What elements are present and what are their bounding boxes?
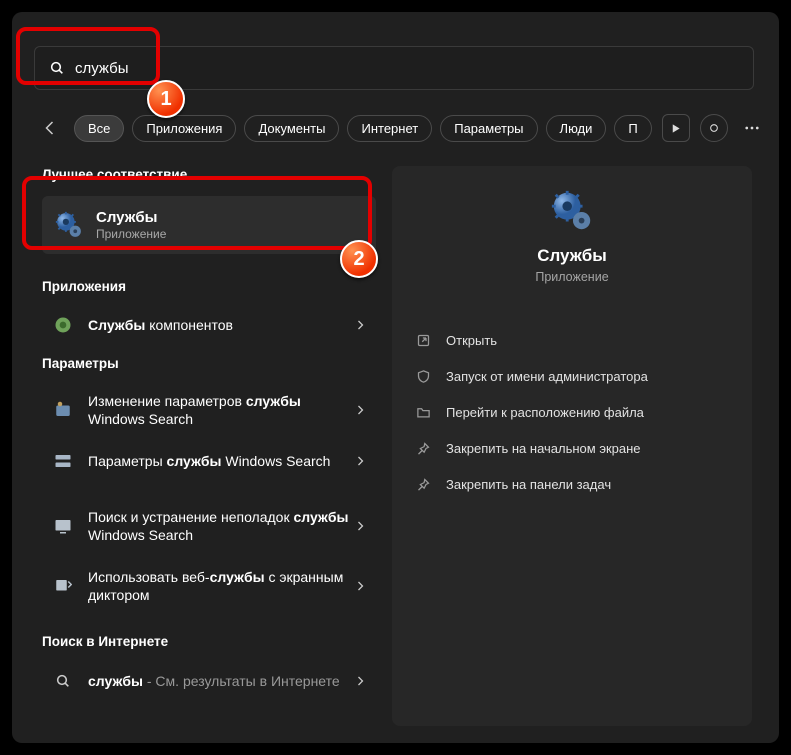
action-open[interactable]: Открыть [410, 322, 734, 358]
tab-apps[interactable]: Приложения [132, 115, 236, 142]
detail-title: Службы [392, 246, 752, 266]
tab-all[interactable]: Все [74, 115, 124, 142]
tab-people[interactable]: Люди [546, 115, 607, 142]
pin-icon [414, 439, 432, 457]
search-icon [49, 60, 65, 76]
section-web: Поиск в Интернете [42, 634, 168, 649]
settings-row-3[interactable]: Поиск и устранение неполадок службы Wind… [42, 500, 376, 552]
troubleshoot-icon [52, 515, 74, 537]
action-label: Запуск от имени администратора [446, 369, 648, 384]
search-input[interactable] [75, 60, 739, 77]
app-row-component-services[interactable]: Службы компонентов [42, 306, 376, 344]
tab-settings[interactable]: Параметры [440, 115, 537, 142]
section-apps: Приложения [42, 279, 126, 294]
detail-subtitle: Приложение [392, 270, 752, 284]
action-run-admin[interactable]: Запуск от имени администратора [410, 358, 734, 394]
settings-icon [52, 399, 74, 421]
pin-icon [414, 475, 432, 493]
best-match-title: Службы [96, 209, 166, 226]
best-match-subtitle: Приложение [96, 227, 166, 241]
settings-row-2[interactable]: Параметры службы Windows Search [42, 442, 376, 480]
detail-panel: Службы Приложение Открыть Запуск от имен… [392, 166, 752, 726]
chevron-right-icon [354, 520, 366, 532]
settings-icon [52, 450, 74, 472]
best-match-result[interactable]: Службы Приложение [42, 196, 376, 254]
action-label: Закрепить на начальном экране [446, 441, 641, 456]
web-result-label: службы - См. результаты в Интернете [88, 672, 354, 690]
section-best-match: Лучшее соответствие [42, 167, 187, 182]
settings-row-label: Изменение параметров службы Windows Sear… [88, 392, 354, 428]
search-icon [52, 670, 74, 692]
more-button[interactable] [738, 114, 766, 142]
folder-icon [414, 403, 432, 421]
open-icon [414, 331, 432, 349]
services-icon [54, 210, 84, 240]
shield-icon [414, 367, 432, 385]
tab-documents[interactable]: Документы [244, 115, 339, 142]
circle-button[interactable] [700, 114, 728, 142]
action-label: Открыть [446, 333, 497, 348]
services-icon [549, 188, 595, 234]
section-settings: Параметры [42, 356, 119, 371]
settings-row-label: Параметры службы Windows Search [88, 452, 354, 470]
settings-row-1[interactable]: Изменение параметров службы Windows Sear… [42, 384, 376, 436]
annotation-badge-2: 2 [340, 240, 378, 278]
chevron-right-icon [354, 675, 366, 687]
start-search-window: Все Приложения Документы Интернет Параме… [12, 12, 779, 743]
filter-tabs: Все Приложения Документы Интернет Параме… [42, 114, 762, 142]
search-box[interactable] [34, 46, 754, 90]
tab-more-cut[interactable]: П [614, 115, 651, 142]
chevron-right-icon [354, 580, 366, 592]
component-services-icon [52, 314, 74, 336]
chevron-right-icon [354, 319, 366, 331]
action-label: Перейти к расположению файла [446, 405, 644, 420]
settings-row-label: Использовать веб-службы с экранным дикто… [88, 568, 354, 604]
settings-row-4[interactable]: Использовать веб-службы с экранным дикто… [42, 560, 376, 612]
chevron-right-icon [354, 404, 366, 416]
action-pin-start[interactable]: Закрепить на начальном экране [410, 430, 734, 466]
narrator-icon [52, 575, 74, 597]
annotation-badge-1: 1 [147, 80, 185, 118]
action-file-location[interactable]: Перейти к расположению файла [410, 394, 734, 430]
settings-row-label: Поиск и устранение неполадок службы Wind… [88, 508, 354, 544]
back-button[interactable] [42, 116, 60, 140]
app-row-label: Службы компонентов [88, 316, 354, 334]
action-pin-taskbar[interactable]: Закрепить на панели задач [410, 466, 734, 502]
tab-internet[interactable]: Интернет [347, 115, 432, 142]
chevron-right-icon [354, 455, 366, 467]
action-label: Закрепить на панели задач [446, 477, 611, 492]
web-result-row[interactable]: службы - См. результаты в Интернете [42, 662, 376, 700]
play-button[interactable] [662, 114, 690, 142]
